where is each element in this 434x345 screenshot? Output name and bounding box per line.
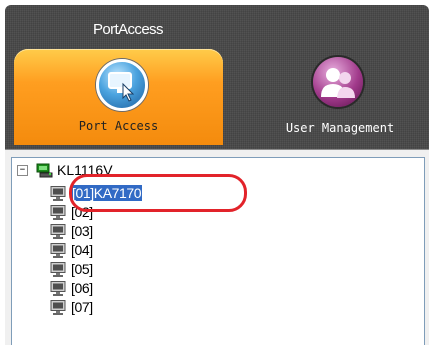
port-label: [06] (71, 280, 93, 296)
tab-user-management-label: User Management (285, 121, 395, 135)
kvm-switch-icon (36, 163, 53, 178)
port-row[interactable]: [03] (50, 221, 93, 241)
collapse-toggle-icon[interactable]: − (17, 164, 28, 176)
computer-icon (50, 299, 67, 315)
tab-port-access-label: Port Access (78, 119, 159, 133)
computer-icon (50, 223, 67, 239)
tab-port-access[interactable]: Port Access (14, 49, 223, 145)
window-title: PortAccess (93, 21, 163, 38)
port-label: [04] (71, 242, 93, 258)
port-label: [03] (71, 223, 93, 239)
port-row[interactable]: [06] (50, 278, 93, 298)
port-access-icon (96, 59, 148, 111)
tab-strip: Port Access User Management (5, 49, 429, 145)
user-management-icon (313, 57, 363, 107)
computer-icon (50, 280, 67, 296)
tab-user-management[interactable]: User Management (260, 49, 420, 145)
computer-icon (50, 261, 67, 277)
computer-icon (50, 185, 67, 201)
port-label: [07] (71, 299, 93, 315)
highlight-ring (69, 174, 247, 212)
computer-icon (50, 204, 67, 220)
port-row[interactable]: [07] (50, 297, 93, 317)
computer-icon (50, 242, 67, 258)
port-row[interactable]: [04] (50, 240, 93, 260)
port-row[interactable]: [05] (50, 259, 93, 279)
port-label: [05] (71, 261, 93, 277)
